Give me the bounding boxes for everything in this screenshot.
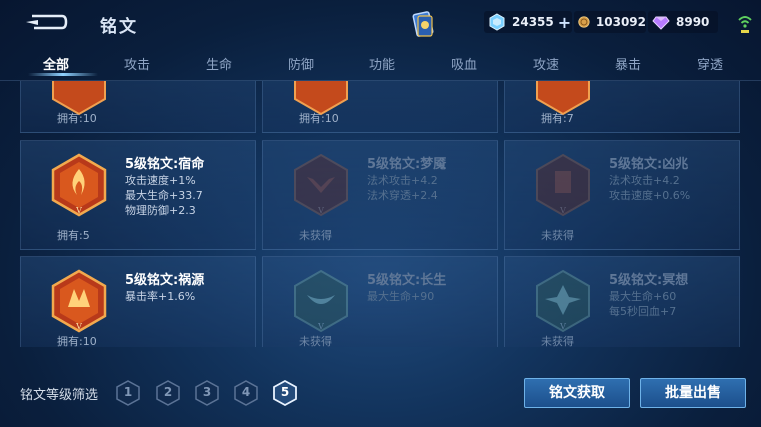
wifi-signal-icon — [738, 16, 752, 33]
get-inscription-button[interactable]: 铭文获取 — [524, 378, 630, 408]
tab-health[interactable]: 生命 — [189, 54, 249, 73]
svg-text:V: V — [559, 322, 566, 331]
diamond-icon — [489, 13, 505, 31]
omen-inscription-icon: V — [536, 153, 590, 217]
gem-icon — [652, 16, 670, 30]
bottom-bar: 铭文等级筛选 1 2 3 4 5 铭文获取 批量出售 — [0, 372, 761, 422]
diamond-amount: 24355 — [512, 15, 554, 29]
longevity-inscription-icon: V — [294, 269, 348, 333]
inscription-card-omen[interactable]: V 5级铭文:凶兆 法术攻击+4.2 攻击速度+0.6% 未获得 — [504, 140, 740, 250]
inscription-card-icon[interactable] — [410, 10, 436, 40]
inscription-card-longevity[interactable]: V 5级铭文:长生 最大生命+90 未获得 — [262, 256, 498, 347]
not-obtained-label: 未获得 — [299, 335, 332, 347]
level-filter-3[interactable]: 3 — [195, 380, 219, 406]
bulk-sell-button[interactable]: 批量出售 — [640, 378, 746, 408]
meditation-inscription-icon: V — [536, 269, 590, 333]
diamond-counter: 24355 + — [484, 11, 572, 33]
inscription-stats: 法术攻击+4.2 法术穿透+2.4 — [367, 174, 438, 202]
active-tab-indicator — [28, 73, 98, 76]
gem-counter: 8990 — [648, 11, 718, 33]
back-arrow-icon[interactable] — [22, 10, 68, 34]
tab-function[interactable]: 功能 — [352, 54, 412, 73]
inscription-name: 5级铭文:冥想 — [609, 273, 689, 288]
svg-text:V: V — [317, 322, 324, 331]
inscription-name: 5级铭文:宿命 — [125, 157, 205, 172]
owned-count: 拥有:5 — [57, 229, 90, 242]
inscription-card[interactable]: 拥有:10 — [20, 81, 256, 133]
tab-attack[interactable]: 攻击 — [107, 54, 167, 73]
tab-crit[interactable]: 暴击 — [598, 54, 658, 73]
inscription-name: 5级铭文:梦魇 — [367, 157, 447, 172]
inscription-name: 5级铭文:长生 — [367, 273, 447, 288]
tab-all[interactable]: 全部 — [26, 54, 86, 73]
owned-count: 拥有:7 — [541, 112, 574, 125]
level-filter-2[interactable]: 2 — [156, 380, 180, 406]
calamity-inscription-icon: V — [51, 269, 107, 333]
not-obtained-label: 未获得 — [299, 229, 332, 242]
tab-defense[interactable]: 防御 — [271, 54, 331, 73]
top-bar: 铭文 24355 + 103092 8990 — [0, 0, 761, 44]
inscription-card-nightmare[interactable]: V 5级铭文:梦魇 法术攻击+4.2 法术穿透+2.4 未获得 — [262, 140, 498, 250]
page-title: 铭文 — [100, 17, 138, 37]
svg-text:V: V — [559, 206, 566, 215]
owned-count: 拥有:10 — [57, 112, 97, 125]
category-tabs: 全部 攻击 生命 防御 功能 吸血 攻速 暴击 穿透 — [0, 46, 761, 80]
inscription-card-meditation[interactable]: V 5级铭文:冥想 最大生命+60 每5秒回血+7 未获得 — [504, 256, 740, 347]
inscription-card-fate[interactable]: V 5级铭文:宿命 攻击速度+1% 最大生命+33.7 物理防御+2.3 拥有:… — [20, 140, 256, 250]
level-filter-label: 铭文等级筛选 — [20, 388, 99, 403]
inscription-card[interactable]: 拥有:7 — [504, 81, 740, 133]
inscription-name: 5级铭文:凶兆 — [609, 157, 689, 172]
gold-amount: 103092 — [595, 15, 646, 29]
gold-counter: 103092 — [574, 11, 646, 33]
level-filter-5[interactable]: 5 — [273, 379, 297, 407]
inscription-stats: 法术攻击+4.2 攻击速度+0.6% — [609, 174, 691, 202]
tab-penetration[interactable]: 穿透 — [680, 54, 740, 73]
inscription-card[interactable]: 拥有:10 — [262, 81, 498, 133]
fate-inscription-icon: V — [51, 153, 107, 217]
tab-attack-speed[interactable]: 攻速 — [516, 54, 576, 73]
not-obtained-label: 未获得 — [541, 335, 574, 347]
svg-text:V: V — [75, 322, 82, 331]
svg-text:V: V — [75, 206, 82, 215]
inscription-stats: 最大生命+90 — [367, 290, 435, 303]
inscription-stats: 暴击率+1.6% — [125, 290, 196, 303]
inscription-name: 5级铭文:祸源 — [125, 273, 205, 288]
owned-count: 拥有:10 — [57, 335, 97, 347]
gold-coin-icon — [578, 16, 590, 28]
svg-text:V: V — [317, 206, 324, 215]
inscription-grid[interactable]: 拥有:10 拥有:10 拥有:7 V 5级铭文:宿命 攻击速度+1% 最大生命+… — [20, 81, 740, 347]
inscription-card-calamity[interactable]: V 5级铭文:祸源 暴击率+1.6% 拥有:10 — [20, 256, 256, 347]
nightmare-inscription-icon: V — [294, 153, 348, 217]
tab-lifesteal[interactable]: 吸血 — [434, 54, 494, 73]
not-obtained-label: 未获得 — [541, 229, 574, 242]
inscription-stats: 攻击速度+1% 最大生命+33.7 物理防御+2.3 — [125, 174, 203, 217]
level-filter-1[interactable]: 1 — [116, 380, 140, 406]
inscription-stats: 最大生命+60 每5秒回血+7 — [609, 290, 677, 318]
owned-count: 拥有:10 — [299, 112, 339, 125]
add-diamond-button[interactable]: + — [558, 13, 571, 32]
level-filter-4[interactable]: 4 — [234, 380, 258, 406]
gem-amount: 8990 — [676, 15, 710, 29]
